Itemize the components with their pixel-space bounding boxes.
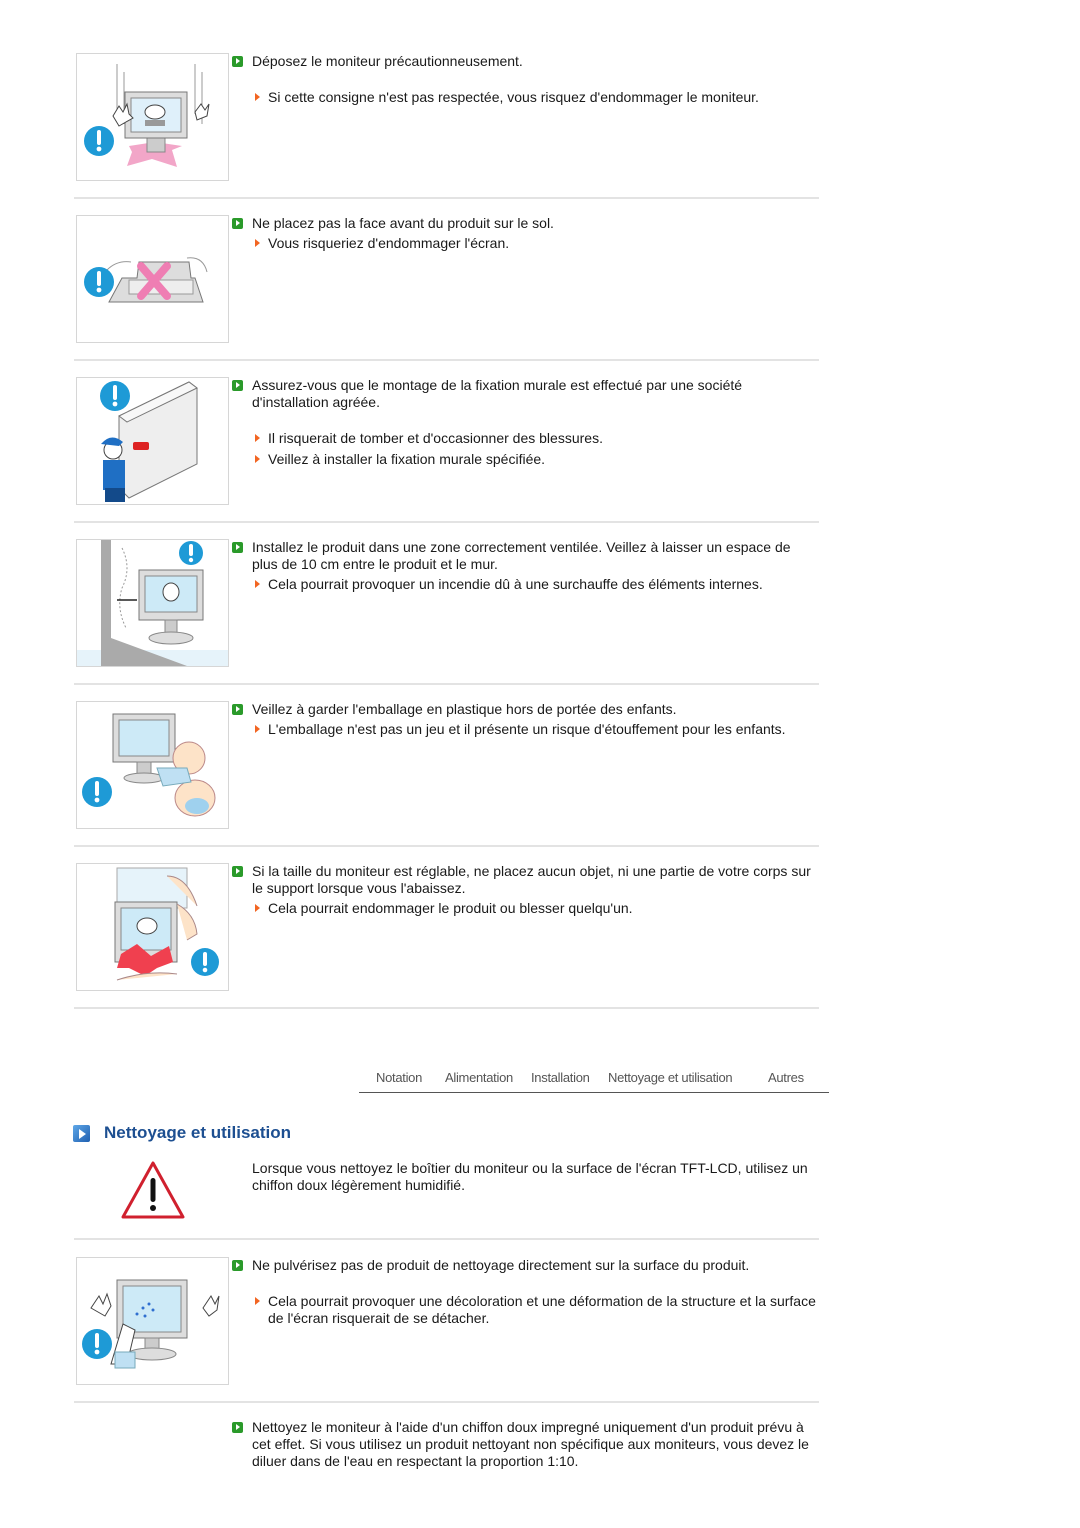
green-bullet-icon (232, 218, 243, 229)
divider (74, 1007, 819, 1009)
green-bullet-icon (232, 866, 243, 877)
cleaning-item: Nettoyez le moniteur à l'aide d'un chiff… (74, 1419, 819, 1479)
orange-arrow-icon (255, 93, 260, 101)
divider (74, 359, 819, 361)
divider (74, 197, 819, 199)
item-main-text: Nettoyez le moniteur à l'aide d'un chiff… (252, 1419, 809, 1469)
safety-item: Veillez à garder l'emballage en plastiqu… (74, 701, 819, 831)
item-main-text: Déposez le moniteur précautionneusement. (252, 53, 523, 69)
divider (74, 1238, 819, 1240)
item-sub-text: Vous risqueriez d'endommager l'écran. (268, 235, 510, 251)
orange-arrow-icon (255, 725, 260, 733)
green-bullet-icon (232, 1422, 243, 1433)
item-main-text: Ne pulvérisez pas de produit de nettoyag… (252, 1257, 750, 1273)
divider (74, 683, 819, 685)
intro-text: Lorsque vous nettoyez le boîtier du moni… (252, 1160, 808, 1193)
item-sub-text: Veillez à installer la fixation murale s… (268, 451, 546, 467)
nav-link-notation[interactable]: Notation (376, 1070, 422, 1085)
nav-link-nettoyage[interactable]: Nettoyage et utilisation (608, 1070, 733, 1085)
item-sub-text: Cela pourrait provoquer un incendie dû à… (268, 576, 763, 592)
section-title: Nettoyage et utilisation (104, 1123, 292, 1142)
orange-arrow-icon (255, 1297, 260, 1305)
item-main-text: Installez le produit dans une zone corre… (252, 539, 791, 572)
height-adjust-illustration (76, 863, 229, 991)
safety-item: Si la taille du moniteur est réglable, n… (74, 863, 819, 993)
orange-arrow-icon (255, 455, 260, 463)
cleaning-intro: Lorsque vous nettoyez le boîtier du moni… (74, 1160, 819, 1230)
nav-link-autres[interactable]: Autres (768, 1070, 804, 1085)
nav-link-installation[interactable]: Installation (531, 1070, 590, 1085)
green-bullet-icon (232, 380, 243, 391)
item-main-text: Assurez-vous que le montage de la fixati… (252, 377, 743, 410)
ventilation-illustration (76, 539, 229, 667)
cleaning-item: Ne pulvérisez pas de produit de nettoyag… (74, 1257, 819, 1387)
safety-item: Déposez le moniteur précautionneusement.… (74, 53, 819, 183)
wall-mount-illustration (76, 377, 229, 505)
play-arrow-icon (73, 1125, 90, 1142)
item-sub-text: Cela pourrait endommager le produit ou b… (268, 900, 633, 916)
spray-screen-illustration (76, 1257, 229, 1385)
green-bullet-icon (232, 542, 243, 553)
item-sub-text: Si cette consigne n'est pas respectée, v… (268, 89, 759, 105)
green-bullet-icon (232, 56, 243, 67)
monitor-dropped-illustration (76, 53, 229, 181)
item-sub-text: L'emballage n'est pas un jeu et il prése… (268, 721, 786, 737)
item-sub-text: Il risquerait de tomber et d'occasionner… (268, 430, 603, 446)
divider (74, 845, 819, 847)
divider (74, 1401, 819, 1403)
item-main-text: Veillez à garder l'emballage en plastiqu… (252, 701, 677, 717)
safety-item: Ne placez pas la face avant du produit s… (74, 215, 819, 345)
green-bullet-icon (232, 704, 243, 715)
orange-arrow-icon (255, 434, 260, 442)
nav-link-alimentation[interactable]: Alimentation (445, 1070, 513, 1085)
safety-item: Installez le produit dans une zone corre… (74, 539, 819, 669)
orange-arrow-icon (255, 904, 260, 912)
item-main-text: Si la taille du moniteur est réglable, n… (252, 863, 811, 896)
orange-arrow-icon (255, 239, 260, 247)
item-main-text: Ne placez pas la face avant du produit s… (252, 215, 554, 231)
monitor-face-down-illustration (76, 215, 229, 343)
section-nav: Notation Alimentation Installation Netto… (359, 1068, 829, 1093)
warning-triangle-icon (120, 1160, 186, 1220)
safety-item: Assurez-vous que le montage de la fixati… (74, 377, 819, 507)
green-bullet-icon (232, 1260, 243, 1271)
orange-arrow-icon (255, 580, 260, 588)
divider (74, 521, 819, 523)
plastic-bag-child-illustration (76, 701, 229, 829)
item-sub-text: Cela pourrait provoquer une décoloration… (268, 1293, 816, 1326)
